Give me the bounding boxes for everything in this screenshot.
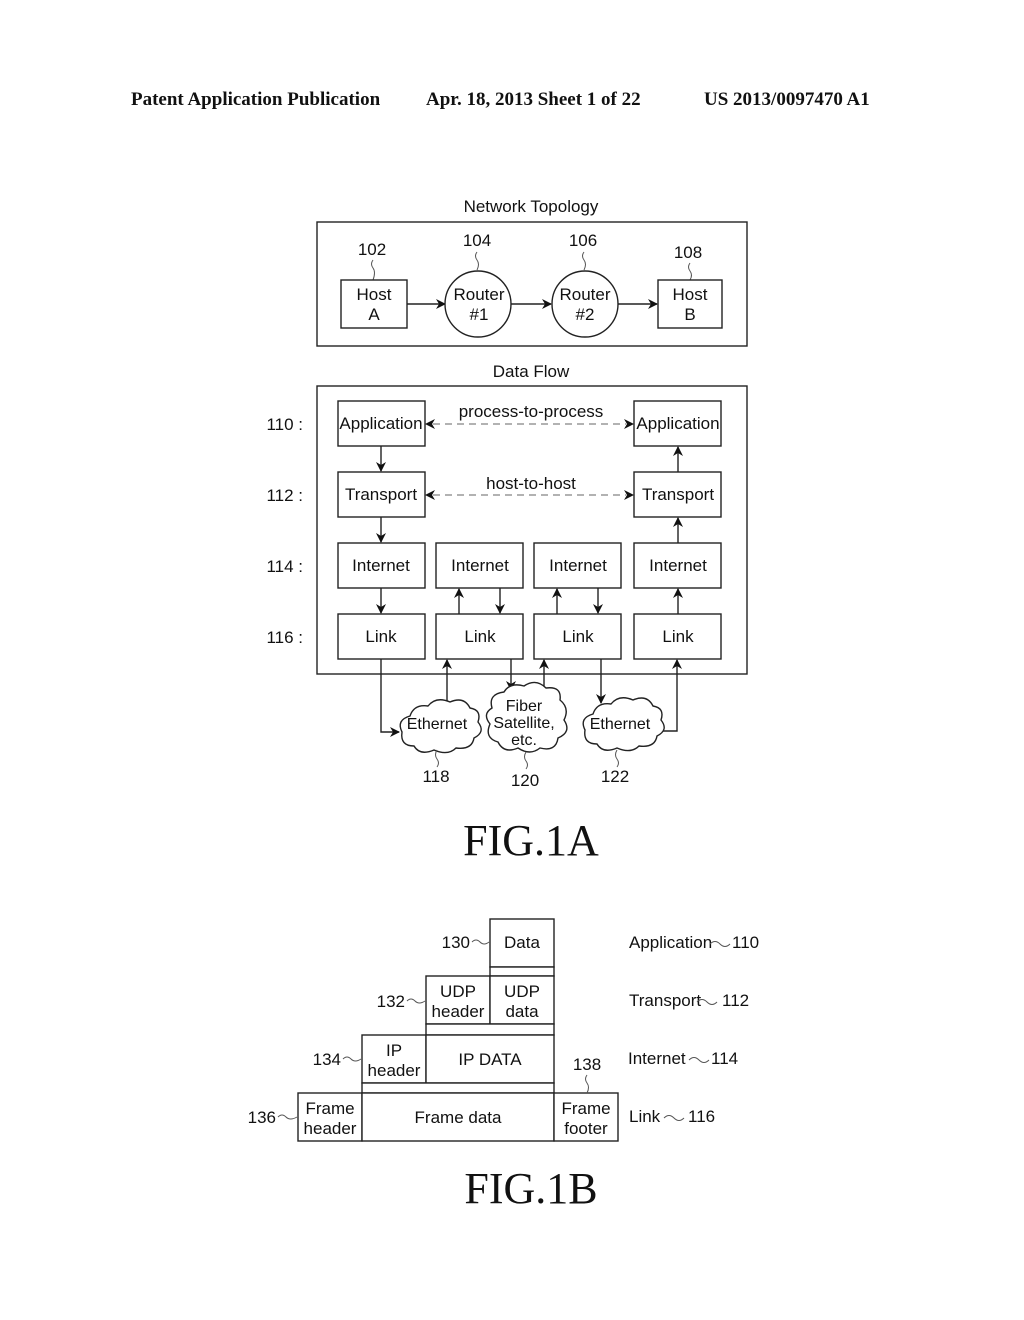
udp-header-line1: UDP — [440, 982, 476, 1001]
layer-label-transport: Transport — [629, 991, 701, 1010]
hostb-transport-label: Transport — [642, 485, 714, 504]
ip-data-label: IP DATA — [458, 1050, 522, 1069]
hosta-internet-label: Internet — [352, 556, 410, 575]
router1-internet-label: Internet — [451, 556, 509, 575]
layer-ref-112-b: 112 — [722, 991, 749, 1010]
ref-132: 132 — [377, 992, 405, 1011]
hosta-link-label: Link — [365, 627, 397, 646]
cloud-fiber-120-line3: etc. — [511, 732, 537, 749]
layer-ref-116: 116 : — [266, 628, 303, 647]
cloud-ethernet-118-label: Ethernet — [407, 716, 468, 733]
leader-132 — [406, 998, 426, 1004]
cloud-ethernet-122-label: Ethernet — [590, 716, 651, 733]
cloud-fiber-120-line1: Fiber — [506, 698, 543, 715]
router-1-circle — [444, 270, 512, 338]
leader-114 — [688, 1057, 710, 1063]
layer-ref-110: 110 : — [266, 415, 303, 434]
figure-canvas: Network Topology 102 Host A 104 Router #… — [248, 197, 759, 1213]
host-b-line2: B — [684, 305, 695, 324]
router2-internet-label: Internet — [549, 556, 607, 575]
layer-ref-110-b: 110 — [732, 933, 759, 952]
router-1-line1: Router — [453, 285, 504, 304]
router-2-line2: #2 — [576, 305, 595, 324]
leader-136 — [277, 1114, 298, 1120]
host-a-line1: Host — [357, 285, 392, 304]
hosta-transport-label: Transport — [345, 485, 417, 504]
ref-134: 134 — [313, 1050, 341, 1069]
ref-108: 108 — [674, 243, 702, 262]
cloud-ethernet-118: Ethernet 118 — [399, 699, 482, 786]
app-gap-block — [489, 966, 555, 977]
layer-label-application: Application — [629, 933, 712, 952]
ip-header-line1: IP — [386, 1041, 402, 1060]
frame-footer-line2: footer — [564, 1119, 608, 1138]
ref-106: 106 — [569, 231, 597, 250]
ref-138: 138 — [573, 1055, 601, 1074]
dataflow-title: Data Flow — [493, 362, 570, 381]
ref-120: 120 — [511, 771, 539, 790]
ref-102: 102 — [358, 240, 386, 259]
router-1-line2: #1 — [470, 305, 489, 324]
cloud-fiber-120: Fiber Satellite, etc. 120 — [485, 681, 568, 790]
frame-header-line1: Frame — [305, 1099, 354, 1118]
layer-ref-116-b: 116 — [688, 1107, 715, 1126]
layer-ref-112: 112 : — [266, 486, 303, 505]
layer-ref-114: 114 : — [266, 557, 303, 576]
ref-104: 104 — [463, 231, 491, 250]
layer-label-internet: Internet — [628, 1049, 686, 1068]
hostb-application-label: Application — [636, 414, 719, 433]
internet-gap-block — [361, 1082, 555, 1094]
data-block-label: Data — [504, 933, 540, 952]
ref-136: 136 — [248, 1108, 276, 1127]
leader-120 — [524, 751, 528, 770]
fig1b-caption: FIG.1B — [464, 1164, 597, 1213]
cloud-ethernet-122: Ethernet 122 — [582, 697, 665, 786]
transport-gap-block — [425, 1023, 555, 1036]
udp-data-line1: UDP — [504, 982, 540, 1001]
router-2-line1: Router — [559, 285, 610, 304]
router1-link-label: Link — [464, 627, 496, 646]
frame-header-line2: header — [304, 1119, 357, 1138]
leader-118 — [435, 749, 439, 768]
leader-122 — [615, 749, 619, 768]
hostb-internet-label: Internet — [649, 556, 707, 575]
udp-data-line2: data — [505, 1002, 539, 1021]
frame-data-label: Frame data — [415, 1108, 502, 1127]
host-to-host-label: host-to-host — [486, 474, 576, 493]
layer-ref-114-b: 114 — [711, 1049, 738, 1068]
leader-110 — [709, 941, 731, 947]
topology-title: Network Topology — [464, 197, 599, 216]
hostb-link-label: Link — [662, 627, 694, 646]
leader-130 — [471, 939, 490, 945]
fig1a-caption: FIG.1A — [463, 816, 599, 865]
host-b-line1: Host — [673, 285, 708, 304]
hosta-application-label: Application — [339, 414, 422, 433]
ref-122: 122 — [601, 767, 629, 786]
router-2-circle — [551, 270, 619, 338]
leader-134 — [342, 1056, 362, 1062]
host-a-line2: A — [368, 305, 380, 324]
process-to-process-label: process-to-process — [459, 402, 604, 421]
layer-label-link: Link — [629, 1107, 661, 1126]
frame-footer-line1: Frame — [561, 1099, 610, 1118]
ref-118: 118 — [422, 767, 449, 786]
router2-link-label: Link — [562, 627, 594, 646]
leader-138 — [585, 1074, 589, 1094]
ref-130: 130 — [442, 933, 470, 952]
leader-116 — [663, 1115, 685, 1121]
ip-header-line2: header — [368, 1061, 421, 1080]
udp-header-line2: header — [432, 1002, 485, 1021]
cloud-fiber-120-line2: Satellite, — [493, 715, 554, 732]
